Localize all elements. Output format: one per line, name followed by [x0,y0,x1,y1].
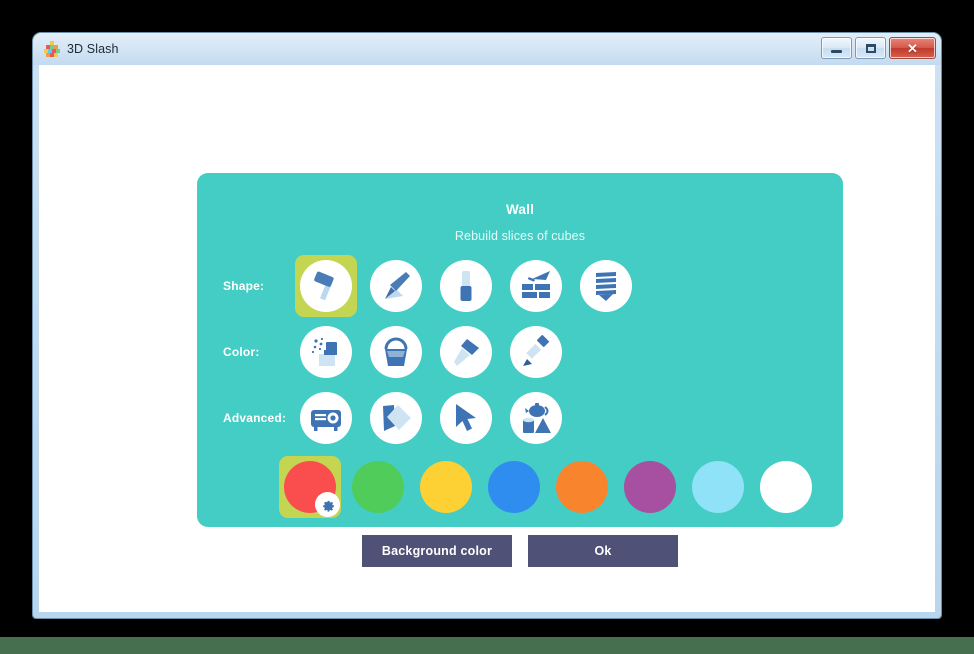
close-icon: ✕ [907,40,918,56]
swatch-white-circle [760,461,812,513]
ok-button[interactable]: Ok [528,535,678,567]
hammer-tool[interactable] [295,255,357,317]
cursor-tool-circle [440,392,492,444]
row-label-advanced: Advanced: [223,411,287,425]
panel-subtitle: Rebuild slices of cubes [454,229,586,243]
tool-row-shape: Shape: [197,255,843,317]
swatch-settings-badge[interactable] [315,492,340,517]
desktop-backdrop: 3D Slash ✕ Wall Rebuild slices of cubes [0,0,974,654]
trowel-bricks-icon [522,271,550,298]
slices-tool[interactable] [575,255,637,317]
drill-icon [460,271,472,301]
cursor-arrow-icon [456,404,476,431]
tool-row-advanced: Advanced: [197,387,843,449]
eyedropper-icon [454,339,479,366]
swatch-light-blue[interactable] [687,456,749,518]
tool-row-color-items [295,321,567,383]
shapes-tool-circle [510,392,562,444]
swatch-green-circle [352,461,404,513]
eyedropper-tool[interactable] [435,321,497,383]
drill-tool[interactable] [435,255,497,317]
color-swatch-row [197,453,843,521]
spray-tool[interactable] [295,321,357,383]
3d-slash-logo-icon [44,41,60,57]
tool-row-color: Color: [197,321,843,383]
flag-tool[interactable] [365,387,427,449]
brush-tool[interactable] [505,321,567,383]
swatch-purple-circle [624,461,676,513]
spray-icon [311,337,337,366]
slices-icon [596,272,616,301]
swatch-blue-circle [488,461,540,513]
trowel-bricks-tool-circle [510,260,562,312]
trowel-bricks-tool[interactable] [505,255,567,317]
drill-tool-circle [440,260,492,312]
swatch-blue[interactable] [483,456,545,518]
maximize-button[interactable] [855,37,886,59]
spray-tool-circle [300,326,352,378]
flag-tool-circle [370,392,422,444]
slices-tool-circle [580,260,632,312]
swatch-purple[interactable] [619,456,681,518]
row-label-shape: Shape: [223,279,265,293]
panel-title: Wall [505,202,535,217]
tool-row-shape-items [295,255,637,317]
tool-row-advanced-items [295,387,567,449]
shapes-teapot-icon [523,403,551,433]
desktop-bottom-strip [0,637,974,654]
shapes-tool[interactable] [505,387,567,449]
paint-bucket-tool[interactable] [365,321,427,383]
chisel-tool-circle [370,260,422,312]
swatch-yellow-circle [420,461,472,513]
projector-tool[interactable] [295,387,357,449]
swatch-light-blue-circle [692,461,744,513]
chisel-tool[interactable] [365,255,427,317]
eyedropper-tool-circle [440,326,492,378]
minimize-icon [831,49,842,53]
projector-tool-circle [300,392,352,444]
brush-tool-circle [510,326,562,378]
projector-icon [311,410,341,431]
cursor-tool[interactable] [435,387,497,449]
hammer-tool-circle [300,260,352,312]
minimize-button[interactable] [821,37,852,59]
brush-icon [523,335,549,366]
row-label-color: Color: [223,345,260,359]
swatch-green[interactable] [347,456,409,518]
maximize-icon [865,43,876,53]
chisel-icon [385,272,410,299]
background-color-button[interactable]: Background color [362,535,512,567]
window-controls: ✕ [821,37,936,59]
dialog-footer: Background color Ok [197,535,843,567]
flag-icon [383,405,411,431]
swatch-white[interactable] [755,456,817,518]
swatch-red[interactable] [279,456,341,518]
paint-bucket-icon [384,337,408,366]
swatch-orange-circle [556,461,608,513]
application-client-area: Wall Rebuild slices of cubes Shape: Colo… [39,65,935,612]
window-titlebar[interactable]: 3D Slash ✕ [33,33,941,65]
application-window: 3D Slash ✕ Wall Rebuild slices of cubes [33,33,941,618]
gear-icon [323,500,335,512]
window-title-text: 3D Slash [67,42,119,56]
tool-picker-panel: Wall Rebuild slices of cubes Shape: Colo… [197,173,843,527]
swatch-orange[interactable] [551,456,613,518]
close-button[interactable]: ✕ [889,37,936,59]
hammer-icon [314,271,334,301]
paint-bucket-tool-circle [370,326,422,378]
swatch-yellow[interactable] [415,456,477,518]
